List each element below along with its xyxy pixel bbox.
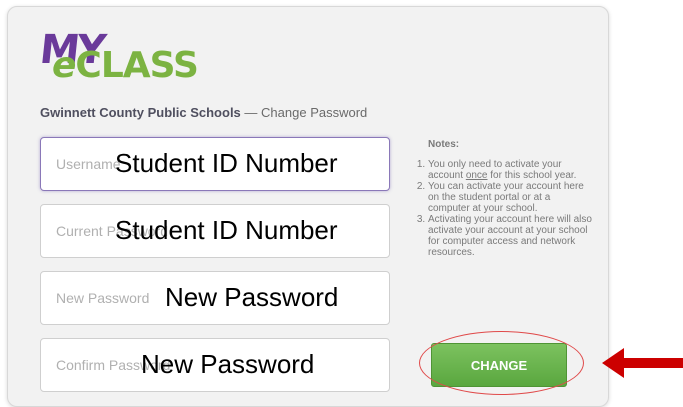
new-password-placeholder: New Password [56,290,150,306]
username-placeholder: Username [56,156,121,172]
note-item: You can activate your account here on th… [428,181,592,214]
new-password-field[interactable]: New Password New Password [40,271,390,325]
current-password-field[interactable]: Current Password Student ID Number [40,204,390,258]
username-field[interactable]: Username Student ID Number [40,137,390,191]
notes-list: You only need to activate your account o… [412,159,592,258]
notes-title: Notes: [428,139,460,150]
heading-separator: — [244,105,258,120]
notes-panel: Notes: You only need to activate your ac… [412,139,592,258]
new-password-overlay-text: New Password [165,282,339,312]
logo-eclass-text: eCLASS [52,45,199,86]
note-emphasis: once [465,170,488,181]
annotation-ellipse [419,331,584,395]
confirm-password-overlay-text: New Password [141,349,315,379]
note-item: Activating your account here will also a… [428,214,592,258]
myeclass-logo: MY eCLASS [38,27,200,95]
annotation-arrow-icon [602,348,683,378]
current-password-overlay-text: Student ID Number [115,215,338,245]
school-name: Gwinnett County Public Schools [40,105,241,120]
confirm-password-field[interactable]: Confirm Password New Password [40,338,390,392]
page-title: Change Password [261,105,368,120]
username-overlay-text: Student ID Number [115,148,338,178]
note-item: You only need to activate your account o… [428,159,592,181]
change-password-panel: MY eCLASS Gwinnett County Public Schools… [7,6,609,407]
page-heading: Gwinnett County Public Schools — Change … [40,105,367,120]
